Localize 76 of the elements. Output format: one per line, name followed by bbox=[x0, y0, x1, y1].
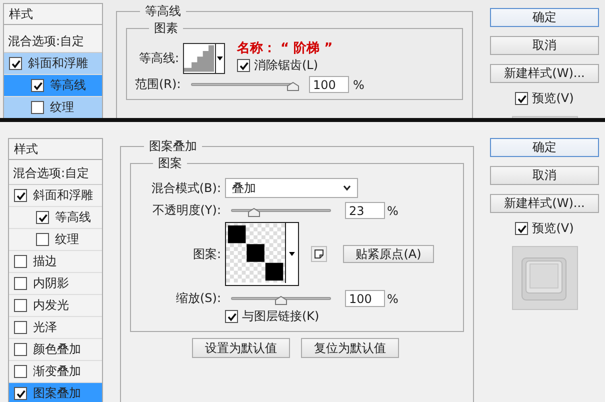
checkmark-icon bbox=[226, 312, 236, 322]
blending-options-item[interactable]: 混合选项:自定 bbox=[9, 160, 102, 185]
percent-label: % bbox=[387, 292, 398, 306]
blend-mode-label: 混合模式(B): bbox=[150, 180, 221, 196]
dialog-button[interactable]: 取消 bbox=[490, 166, 599, 185]
checkbox[interactable] bbox=[9, 57, 22, 70]
checkmark-icon bbox=[238, 60, 248, 70]
percent-label: % bbox=[353, 78, 364, 92]
defaults-button[interactable]: 设置为默认值 bbox=[192, 338, 290, 358]
effect-item[interactable]: 描边 bbox=[9, 251, 102, 273]
new-preset-icon[interactable] bbox=[311, 246, 327, 262]
checkmark-icon bbox=[516, 224, 527, 234]
section-title: 图案叠加 bbox=[148, 138, 198, 155]
checkbox[interactable] bbox=[14, 299, 27, 312]
group-title: 图素 bbox=[153, 20, 179, 37]
style-preview-thumbnail bbox=[512, 246, 578, 310]
opacity-input[interactable]: 23 bbox=[345, 202, 385, 219]
contour-label: 等高线: bbox=[138, 50, 179, 67]
preview-checkbox[interactable]: 预览(V) bbox=[515, 220, 574, 237]
defaults-button[interactable]: 复位为默认值 bbox=[301, 338, 399, 358]
checkmark-icon bbox=[516, 94, 527, 104]
checkbox[interactable] bbox=[36, 211, 49, 224]
checkbox[interactable] bbox=[14, 189, 27, 202]
effect-item[interactable]: 图案叠加 bbox=[9, 383, 102, 402]
checkmark-icon bbox=[16, 190, 26, 200]
snap-to-origin-button[interactable]: 贴紧原点(A) bbox=[343, 245, 434, 263]
checkmark-icon bbox=[16, 388, 26, 398]
range-input[interactable]: 100 bbox=[309, 76, 349, 93]
checkmark-icon bbox=[10, 58, 20, 68]
checkbox[interactable] bbox=[14, 365, 27, 378]
link-with-layer-checkbox[interactable]: 与图层链接(K) bbox=[225, 308, 320, 325]
percent-label: % bbox=[387, 204, 398, 218]
checkbox[interactable] bbox=[31, 79, 44, 92]
anti-alias-checkbox[interactable]: 消除锯齿(L) bbox=[237, 57, 333, 74]
section-title: 等高线 bbox=[144, 3, 182, 20]
scale-label: 缩放(S): bbox=[174, 290, 221, 307]
contour-picker[interactable] bbox=[183, 43, 225, 74]
styles-header: 样式 bbox=[4, 4, 102, 25]
slider-thumb[interactable] bbox=[287, 82, 299, 90]
effect-item[interactable]: 内阴影 bbox=[9, 273, 102, 295]
group-title: 图案 bbox=[157, 155, 183, 172]
caret-icon[interactable] bbox=[215, 44, 223, 73]
chevron-down-icon[interactable] bbox=[343, 185, 351, 191]
effect-item[interactable]: 斜面和浮雕 bbox=[9, 185, 102, 207]
effect-item[interactable]: 光泽 bbox=[9, 317, 102, 339]
opacity-label: 不透明度(Y): bbox=[151, 202, 221, 219]
annotation-text: 名称： “ 阶梯 ” bbox=[237, 40, 333, 57]
dialog-button[interactable]: 取消 bbox=[490, 36, 599, 55]
effect-item[interactable]: 等高线 bbox=[4, 75, 102, 97]
effect-item[interactable]: 纹理 bbox=[9, 229, 102, 251]
checkbox[interactable] bbox=[14, 343, 27, 356]
scale-input[interactable]: 100 bbox=[345, 290, 385, 307]
dialog-button[interactable]: 确定 bbox=[490, 138, 599, 157]
dialog-button[interactable]: 新建样式(W)... bbox=[490, 194, 599, 213]
effect-item[interactable]: 颜色叠加 bbox=[9, 339, 102, 361]
styles-header: 样式 bbox=[9, 139, 102, 160]
checkbox[interactable] bbox=[31, 101, 44, 114]
effect-item[interactable]: 纹理 bbox=[4, 97, 102, 118]
range-label: 范围(R): bbox=[135, 76, 179, 93]
checkbox[interactable] bbox=[14, 255, 27, 268]
checkbox[interactable] bbox=[36, 233, 49, 246]
dialog-button[interactable]: 确定 bbox=[490, 8, 599, 27]
checkbox[interactable] bbox=[14, 277, 27, 290]
effect-item[interactable]: 等高线 bbox=[9, 207, 102, 229]
checkmark-icon bbox=[38, 212, 48, 222]
effect-item[interactable]: 内发光 bbox=[9, 295, 102, 317]
preview-checkbox[interactable]: 预览(V) bbox=[515, 90, 574, 107]
dialog-button[interactable]: 新建样式(W)... bbox=[490, 64, 599, 83]
caret-icon[interactable] bbox=[289, 252, 295, 256]
pattern-picker[interactable] bbox=[225, 222, 299, 286]
checkmark-icon bbox=[32, 80, 42, 90]
blend-mode-dropdown[interactable]: 叠加 bbox=[225, 178, 358, 198]
effect-item[interactable]: 斜面和浮雕 bbox=[4, 53, 102, 75]
checkbox[interactable] bbox=[14, 321, 27, 334]
checkbox[interactable] bbox=[14, 387, 27, 400]
pattern-label: 图案: bbox=[192, 246, 221, 262]
